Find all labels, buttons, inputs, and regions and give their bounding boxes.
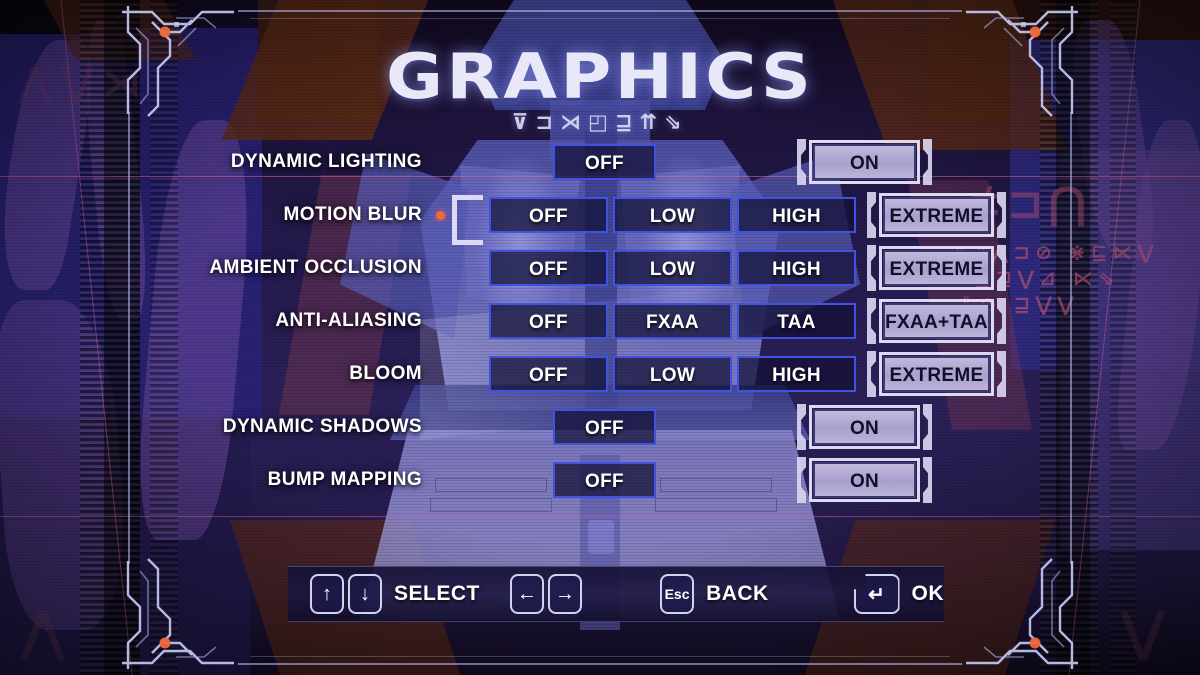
option-button[interactable]: HIGH bbox=[737, 250, 856, 286]
selection-bracket-left-icon bbox=[797, 457, 806, 503]
settings-row[interactable]: DYNAMIC SHADOWS OFF ON bbox=[0, 404, 1200, 462]
selection-bracket-right-icon bbox=[997, 351, 1006, 397]
settings-option-group: OFF ON bbox=[0, 457, 1200, 503]
arrow-right-icon[interactable]: → bbox=[547, 574, 582, 614]
settings-option-group: OFF LOW HIGH EXTREME bbox=[0, 192, 1200, 238]
option-button[interactable]: LOW bbox=[613, 197, 732, 233]
selection-bracket-left-icon bbox=[867, 245, 876, 291]
option-button-selected[interactable]: FXAA+TAA bbox=[879, 299, 994, 343]
option-button[interactable]: FXAA bbox=[613, 303, 732, 339]
selection-bracket-left-icon bbox=[867, 351, 876, 397]
option-button[interactable]: OFF bbox=[553, 462, 656, 498]
option-button[interactable]: OFF bbox=[489, 197, 608, 233]
option-button-selected[interactable]: EXTREME bbox=[879, 352, 994, 396]
option-button[interactable]: HIGH bbox=[737, 356, 856, 392]
option-button[interactable]: HIGH bbox=[737, 197, 856, 233]
option-button-selected[interactable]: ON bbox=[809, 405, 920, 449]
settings-row[interactable]: BUMP MAPPING OFF ON bbox=[0, 457, 1200, 515]
option-button-selected[interactable]: EXTREME bbox=[879, 193, 994, 237]
settings-option-group: OFF LOW HIGH EXTREME bbox=[0, 351, 1200, 397]
page-title: GRAPHICS bbox=[385, 40, 815, 113]
footer-hint-label: SELECT bbox=[394, 582, 480, 605]
arrow-down-icon[interactable]: ↓ bbox=[348, 574, 382, 614]
option-button[interactable]: OFF bbox=[489, 303, 608, 339]
option-button[interactable]: OFF bbox=[553, 144, 656, 180]
settings-option-group: OFF FXAA TAA FXAA+TAA bbox=[0, 298, 1200, 344]
footer-hint[interactable]: ↑ ↓ SELECT bbox=[310, 567, 480, 621]
option-button[interactable]: LOW bbox=[613, 356, 732, 392]
selection-bracket-right-icon bbox=[923, 404, 932, 450]
option-button-selected[interactable]: EXTREME bbox=[879, 246, 994, 290]
settings-row[interactable]: AMBIENT OCCLUSION OFF LOW HIGH EXTREME bbox=[0, 245, 1200, 303]
selection-bracket-right-icon bbox=[923, 457, 932, 503]
selection-bracket-left-icon bbox=[867, 192, 876, 238]
option-button-selected[interactable]: ON bbox=[809, 140, 920, 184]
page-title-area: GRAPHICS ⊽⊐⋊◰⊒⇈⇘ bbox=[0, 40, 1200, 135]
esc-key-icon[interactable]: Esc bbox=[660, 574, 695, 614]
settings-content: GRAPHICS ⊽⊐⋊◰⊒⇈⇘ DYNAMIC LIGHTING OFF ON MO… bbox=[0, 0, 1200, 675]
selection-bracket-left-icon bbox=[867, 298, 876, 344]
settings-option-group: OFF ON bbox=[0, 139, 1200, 185]
arrow-up-icon[interactable]: ↑ bbox=[310, 574, 344, 614]
settings-row[interactable]: ANTI-ALIASING OFF FXAA TAA FXAA+TAA bbox=[0, 298, 1200, 356]
enter-key-icon[interactable]: ↵ bbox=[853, 574, 900, 614]
option-button[interactable]: TAA bbox=[737, 303, 856, 339]
settings-row[interactable]: DYNAMIC LIGHTING OFF ON bbox=[0, 139, 1200, 197]
game-settings-screen: ⊄⊐⋂ ⇙⇙⋀⊐⊘ ⋇⊑⋉⋁ ⇘⊑⊒⋁⊿ ⋉⇘ ⇓⊘ ⊒⋁⋁ ⋀⋁⋊ ⋀ ⋁ G… bbox=[0, 0, 1200, 675]
option-button-selected[interactable]: ON bbox=[809, 458, 920, 502]
option-button[interactable]: OFF bbox=[489, 356, 608, 392]
footer-hint[interactable]: Esc BACK bbox=[660, 567, 769, 621]
selection-bracket-right-icon bbox=[997, 298, 1006, 344]
option-button[interactable]: OFF bbox=[489, 250, 608, 286]
footer-hint[interactable]: ↵ OK bbox=[853, 567, 945, 621]
settings-list: DYNAMIC LIGHTING OFF ON MOTION BLUR OFF LOW HI… bbox=[0, 139, 1200, 515]
footer-hint-label: BACK bbox=[706, 582, 769, 605]
settings-option-group: OFF ON bbox=[0, 404, 1200, 450]
selection-bracket-right-icon bbox=[923, 139, 932, 185]
option-button[interactable]: OFF bbox=[553, 409, 656, 445]
footer-hint-label: OK bbox=[911, 582, 945, 605]
selection-bracket-right-icon bbox=[997, 192, 1006, 238]
selection-bracket-left-icon bbox=[797, 404, 806, 450]
settings-row[interactable]: MOTION BLUR OFF LOW HIGH EXTREME bbox=[0, 192, 1200, 250]
footer-hint-bar: ↑ ↓ SELECT ← → Esc BACK ↵ OK bbox=[288, 566, 944, 622]
footer-hint[interactable]: ← → bbox=[509, 567, 586, 621]
selection-bracket-left-icon bbox=[797, 139, 806, 185]
option-button[interactable]: LOW bbox=[613, 250, 732, 286]
settings-row[interactable]: BLOOM OFF LOW HIGH EXTREME bbox=[0, 351, 1200, 409]
settings-option-group: OFF LOW HIGH EXTREME bbox=[0, 245, 1200, 291]
page-subtitle-glyphs: ⊽⊐⋊◰⊒⇈⇘ bbox=[511, 110, 689, 134]
arrow-left-icon[interactable]: ← bbox=[509, 574, 544, 614]
selection-bracket-right-icon bbox=[997, 245, 1006, 291]
